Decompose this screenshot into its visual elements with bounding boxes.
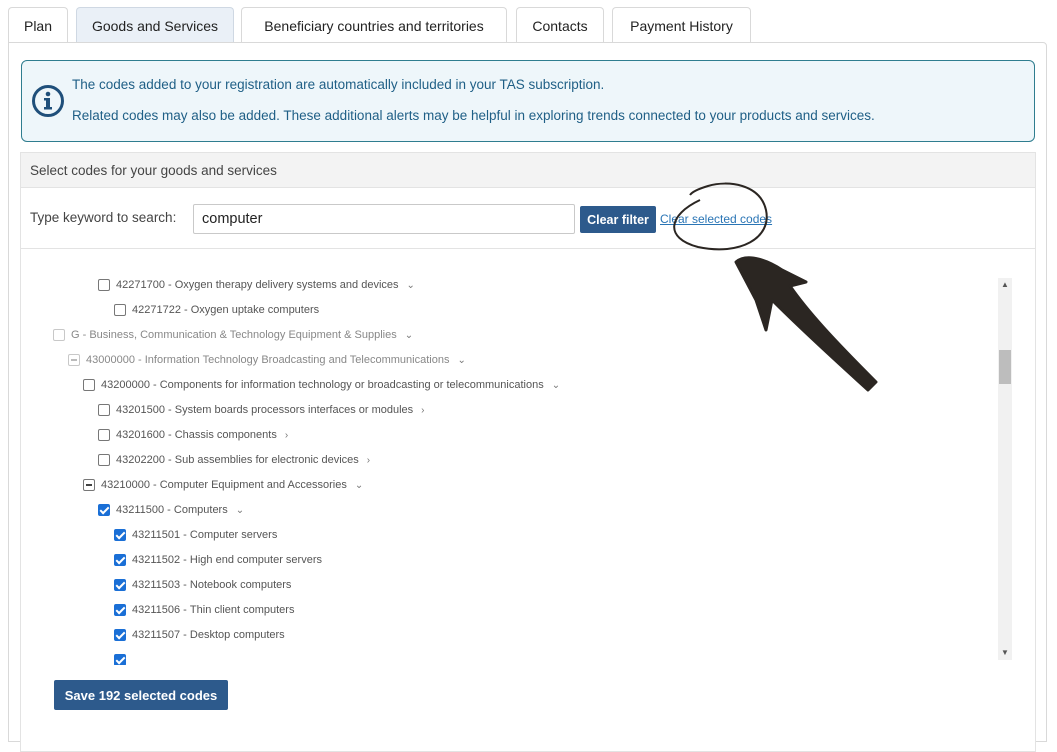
tree-row-name: Computer servers [189,529,278,541]
checkbox[interactable] [114,529,126,541]
checkbox[interactable] [114,579,126,591]
checkbox [68,354,80,366]
tree-row-name: Notebook computers [189,579,292,591]
tree-row[interactable]: 43210000 - Computer Equipment and Access… [83,475,363,495]
tree-row-name: Business, Communication & Technology Equ… [89,329,397,341]
tree-row-code: 43211501 - [132,529,187,541]
clear-selected-codes-link[interactable]: Clear selected codes [660,212,772,226]
tree-row-code: 43211507 - [132,629,187,641]
tree-row[interactable]: 43201500 - System boards processors inte… [98,400,425,420]
info-text-line-2: Related codes may also be added. These a… [72,108,875,123]
tab-goods-and-services[interactable]: Goods and Services [76,7,234,43]
search-label: Type keyword to search: [30,210,177,225]
checkbox[interactable] [83,379,95,391]
tree-row[interactable]: 43211503 - Notebook computers [114,575,291,595]
scroll-up-arrow-icon[interactable]: ▲ [998,278,1012,292]
tree-row-code: 42271722 - [132,304,188,316]
chevron-right-icon[interactable]: › [367,455,370,466]
tree-row-name: Information Technology Broadcasting and … [144,354,450,366]
checkbox [53,329,65,341]
checkbox[interactable] [114,654,126,665]
tree-row-name: Chassis components [174,429,277,441]
chevron-down-icon[interactable]: ⌄ [405,330,413,341]
tree-row[interactable]: 43211500 - Computers ⌄ [98,500,244,520]
tree-row-code: 43202200 - [116,454,172,466]
tree-scrollbar[interactable]: ▲ ▼ [998,278,1012,660]
tree-row-name: High end computer servers [189,554,322,566]
info-circle-icon [32,85,64,117]
codes-selector: Select codes for your goods and services… [20,152,1036,752]
scroll-down-arrow-icon[interactable]: ▼ [998,646,1012,660]
tab-plan[interactable]: Plan [8,7,68,43]
tab-panel: The codes added to your registration are… [8,42,1047,752]
tab-label: Payment History [630,17,733,34]
tree-row-code: 43211503 - [132,579,187,591]
tree-row-code: 43211500 - [116,504,171,516]
keyword-search-input[interactable] [193,204,575,234]
tree-row[interactable]: G - Business, Communication & Technology… [53,325,413,345]
tree-row-partial[interactable] [114,650,132,665]
checkbox[interactable] [98,404,110,416]
tree-row-name: Desktop computers [189,629,285,641]
tree-row-name: Components for information technology or… [159,379,544,391]
info-notice: The codes added to your registration are… [21,60,1035,142]
chevron-down-icon[interactable]: ⌄ [355,480,363,491]
tree-row-name: Oxygen therapy delivery systems and devi… [174,279,399,291]
tree-row[interactable]: 43211506 - Thin client computers [114,600,294,620]
checkbox[interactable] [83,479,95,491]
tree-row-code: 43210000 - [101,479,157,491]
codes-header: Select codes for your goods and services [21,153,1035,188]
tree-row-name: System boards processors interfaces or m… [174,404,414,416]
tree-row[interactable]: 43000000 - Information Technology Broadc… [68,350,466,370]
tree-row-code: 43000000 - [86,354,142,366]
tree-row[interactable]: 43202200 - Sub assemblies for electronic… [98,450,370,470]
checkbox[interactable] [98,279,110,291]
tree-row-name: Computer Equipment and Accessories [159,479,347,491]
search-row: Type keyword to search: Clear filter Cle… [21,188,1035,249]
chevron-right-icon[interactable]: › [421,405,424,416]
checkbox[interactable] [114,629,126,641]
checkbox[interactable] [98,454,110,466]
chevron-down-icon[interactable]: ⌄ [457,355,465,366]
tab-label: Plan [23,17,53,34]
checkbox[interactable] [114,604,126,616]
tree-row-code: 43201600 - [116,429,172,441]
chevron-down-icon[interactable]: ⌄ [236,505,244,516]
checkbox[interactable] [114,554,126,566]
tab-payment-history[interactable]: Payment History [612,7,751,43]
tab-contacts[interactable]: Contacts [516,7,604,43]
tab-beneficiary-countries[interactable]: Beneficiary countries and territories [241,7,507,43]
tree-row-code: 43201500 - [116,404,172,416]
tree-row[interactable]: 43211502 - High end computer servers [114,550,322,570]
tab-label: Contacts [532,17,588,34]
tree-row-code: 42271700 - [116,279,172,291]
checkbox[interactable] [114,304,126,316]
tree-row[interactable]: 42271700 - Oxygen therapy delivery syste… [98,275,415,295]
chevron-down-icon[interactable]: ⌄ [407,280,415,291]
tree-row-code: 43211502 - [132,554,187,566]
chevron-down-icon[interactable]: ⌄ [552,380,560,391]
checkbox[interactable] [98,429,110,441]
tab-label: Goods and Services [91,17,219,34]
codes-tree: 42271700 - Oxygen therapy delivery syste… [21,275,996,665]
tree-row-name: Sub assemblies for electronic devices [174,454,359,466]
tree-row-code: 43211506 - [132,604,187,616]
clear-filter-button[interactable]: Clear filter [580,206,656,233]
tree-row-code: 43200000 - [101,379,157,391]
scrollbar-thumb[interactable] [999,350,1011,384]
tree-row-name: Thin client computers [189,604,295,616]
save-selected-codes-button[interactable]: Save 192 selected codes [54,680,228,710]
tree-row-code: G - [71,329,87,341]
info-text-line-1: The codes added to your registration are… [72,77,605,92]
tree-row[interactable]: 43211507 - Desktop computers [114,625,285,645]
tree-row-name: Oxygen uptake computers [190,304,320,316]
chevron-right-icon[interactable]: › [285,430,288,441]
tab-label: Beneficiary countries and territories [264,17,484,34]
tree-row[interactable]: 43200000 - Components for information te… [83,375,560,395]
tree-row[interactable]: 42271722 - Oxygen uptake computers [114,300,319,320]
tree-row[interactable]: 43201600 - Chassis components › [98,425,288,445]
tree-row-name: Computers [173,504,228,516]
tree-row[interactable]: 43211501 - Computer servers [114,525,277,545]
checkbox[interactable] [98,504,110,516]
